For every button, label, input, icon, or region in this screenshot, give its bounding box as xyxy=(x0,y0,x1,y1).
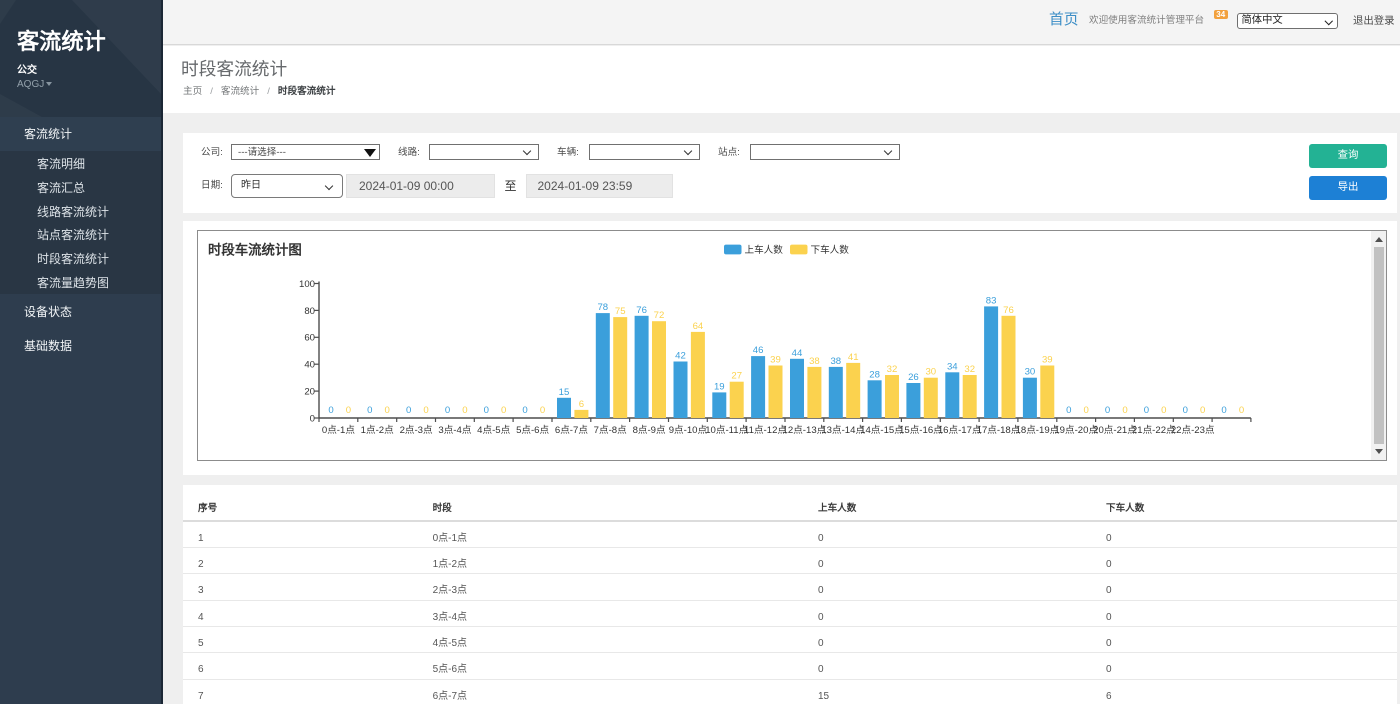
svg-text:10点-11点: 10点-11点 xyxy=(705,425,748,436)
svg-text:0: 0 xyxy=(346,405,351,416)
svg-text:0: 0 xyxy=(367,405,372,416)
svg-text:22点-23点: 22点-23点 xyxy=(1171,425,1215,436)
svg-text:16点-17点: 16点-17点 xyxy=(938,425,982,436)
svg-text:0: 0 xyxy=(1144,405,1149,416)
svg-text:6: 6 xyxy=(579,399,584,410)
svg-text:72: 72 xyxy=(654,310,665,321)
svg-text:下车人数: 下车人数 xyxy=(811,244,850,256)
svg-text:34: 34 xyxy=(947,361,958,372)
svg-text:41: 41 xyxy=(848,352,859,363)
svg-text:75: 75 xyxy=(615,306,626,317)
svg-text:30: 30 xyxy=(925,367,936,378)
svg-text:44: 44 xyxy=(792,348,803,359)
svg-text:21点-22点: 21点-22点 xyxy=(1132,425,1176,436)
svg-text:78: 78 xyxy=(597,302,608,313)
svg-text:18点-19点: 18点-19点 xyxy=(1016,425,1060,436)
svg-text:0: 0 xyxy=(423,405,428,416)
svg-text:时段车流统计图: 时段车流统计图 xyxy=(208,242,302,258)
svg-text:0: 0 xyxy=(1105,405,1110,416)
svg-text:27: 27 xyxy=(731,371,742,382)
svg-text:19点-20点: 19点-20点 xyxy=(1054,425,1098,436)
svg-text:11点-12点: 11点-12点 xyxy=(744,425,787,436)
svg-text:上车人数: 上车人数 xyxy=(745,244,784,256)
svg-text:32: 32 xyxy=(964,364,975,375)
svg-text:15: 15 xyxy=(559,387,570,398)
svg-text:17点-18点: 17点-18点 xyxy=(977,425,1021,436)
svg-text:13点-14点: 13点-14点 xyxy=(821,425,865,436)
svg-text:83: 83 xyxy=(986,295,997,306)
svg-text:26: 26 xyxy=(908,372,919,383)
svg-text:0: 0 xyxy=(484,405,489,416)
svg-text:39: 39 xyxy=(770,355,781,366)
svg-text:14点-15点: 14点-15点 xyxy=(860,425,904,436)
svg-text:0: 0 xyxy=(540,405,545,416)
svg-text:0: 0 xyxy=(501,405,506,416)
svg-text:0: 0 xyxy=(328,405,333,416)
svg-text:0: 0 xyxy=(445,405,450,416)
svg-text:7点-8点: 7点-8点 xyxy=(594,425,627,436)
svg-text:28: 28 xyxy=(869,369,880,380)
svg-text:0: 0 xyxy=(385,405,390,416)
svg-text:0: 0 xyxy=(1066,405,1071,416)
svg-text:0: 0 xyxy=(406,405,411,416)
svg-text:20: 20 xyxy=(304,387,315,398)
svg-text:80: 80 xyxy=(304,306,315,317)
svg-text:40: 40 xyxy=(304,360,315,371)
svg-text:8点-9点: 8点-9点 xyxy=(633,425,666,436)
svg-text:42: 42 xyxy=(675,351,686,362)
svg-text:39: 39 xyxy=(1042,355,1053,366)
svg-text:0: 0 xyxy=(522,405,527,416)
svg-text:0: 0 xyxy=(1239,405,1244,416)
svg-text:2点-3点: 2点-3点 xyxy=(400,425,433,436)
svg-text:3点-4点: 3点-4点 xyxy=(438,425,471,436)
svg-text:1点-2点: 1点-2点 xyxy=(361,425,394,436)
svg-text:0: 0 xyxy=(1183,405,1188,416)
svg-text:38: 38 xyxy=(809,356,820,367)
svg-text:9点-10点: 9点-10点 xyxy=(669,425,708,436)
svg-text:0: 0 xyxy=(310,413,315,424)
svg-text:0点-1点: 0点-1点 xyxy=(322,425,355,436)
svg-text:30: 30 xyxy=(1025,367,1036,378)
svg-text:64: 64 xyxy=(693,321,704,332)
svg-text:19: 19 xyxy=(714,381,725,392)
svg-text:0: 0 xyxy=(1122,405,1127,416)
svg-text:0: 0 xyxy=(1200,405,1205,416)
svg-text:100: 100 xyxy=(299,279,315,290)
svg-text:38: 38 xyxy=(830,356,841,367)
svg-text:76: 76 xyxy=(636,305,647,316)
svg-text:15点-16点: 15点-16点 xyxy=(899,425,943,436)
svg-text:0: 0 xyxy=(1161,405,1166,416)
svg-text:76: 76 xyxy=(1003,305,1014,316)
svg-text:12点-13点: 12点-13点 xyxy=(783,425,827,436)
svg-text:32: 32 xyxy=(887,364,898,375)
svg-text:0: 0 xyxy=(1221,405,1226,416)
svg-text:4点-5点: 4点-5点 xyxy=(477,425,510,436)
svg-text:6点-7点: 6点-7点 xyxy=(555,425,588,436)
svg-text:5点-6点: 5点-6点 xyxy=(516,425,549,436)
svg-text:0: 0 xyxy=(462,405,467,416)
svg-text:0: 0 xyxy=(1084,405,1089,416)
svg-text:46: 46 xyxy=(753,345,764,356)
svg-text:60: 60 xyxy=(304,333,315,344)
svg-text:20点-21点: 20点-21点 xyxy=(1093,425,1137,436)
